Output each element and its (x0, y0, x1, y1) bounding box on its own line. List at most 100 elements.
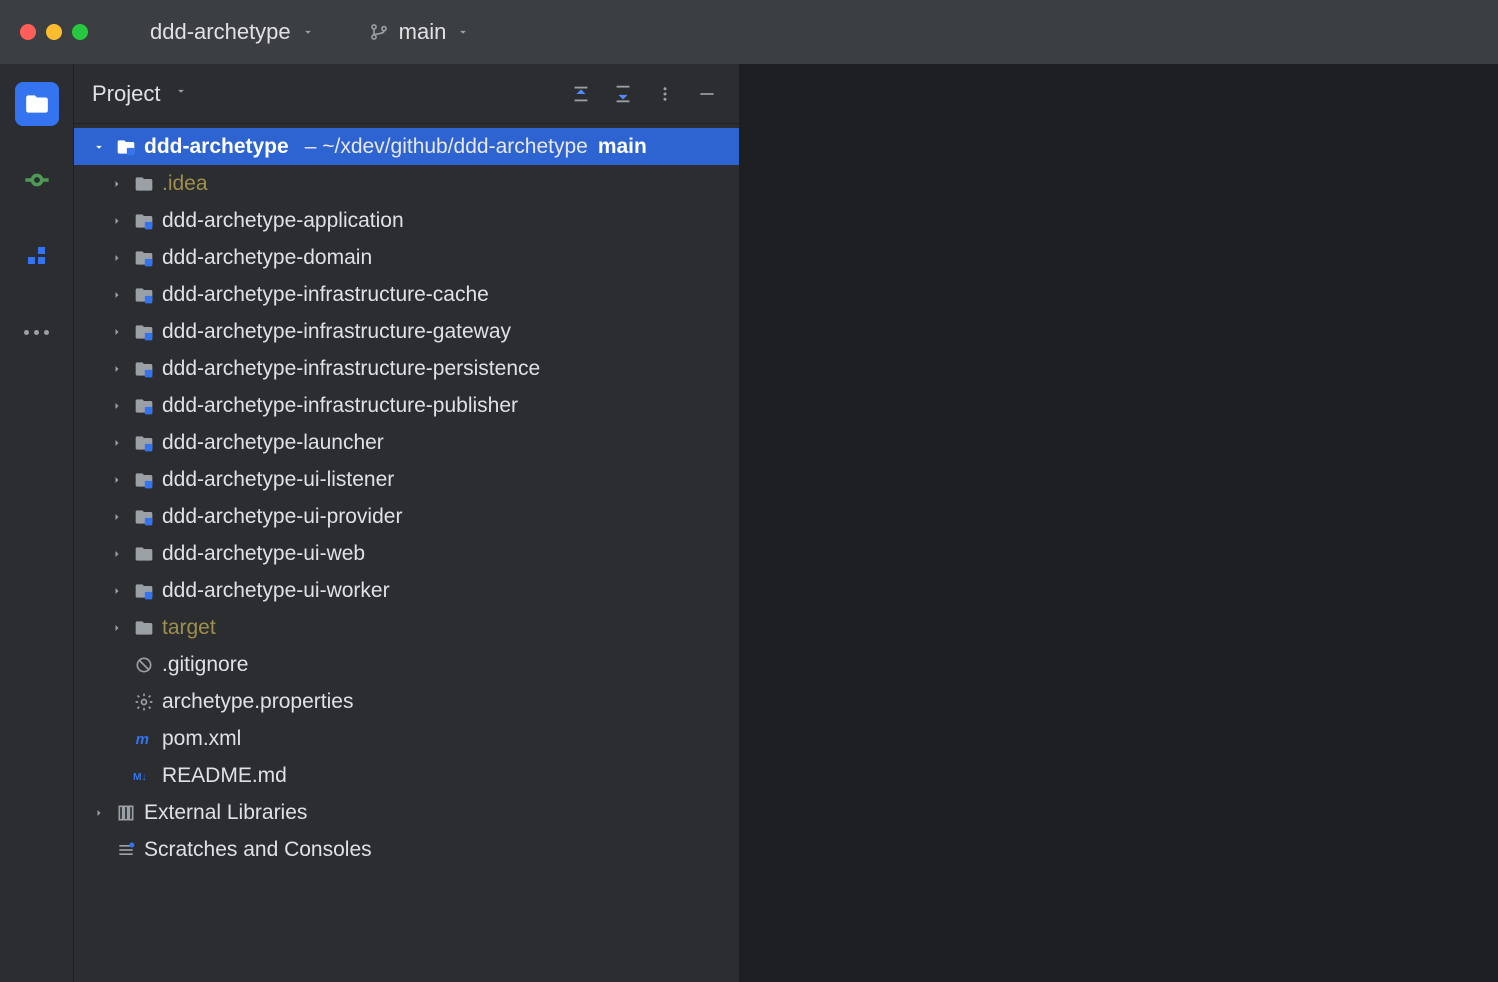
minimize-window-button[interactable] (46, 24, 62, 40)
tree-item-label: ddd-archetype-ui-provider (162, 505, 402, 529)
select-opened-file-button[interactable] (567, 80, 595, 108)
tree-item-label: pom.xml (162, 727, 241, 751)
module-folder-icon (132, 470, 156, 490)
tree-item-label: archetype.properties (162, 690, 353, 714)
folder-icon (132, 174, 156, 194)
chevron-right-icon[interactable] (108, 548, 126, 560)
tree-item-label: ddd-archetype-domain (162, 246, 372, 270)
folder-icon (24, 91, 50, 117)
module-folder-icon (132, 285, 156, 305)
module-folder-icon (132, 433, 156, 453)
tree-item-label: ddd-archetype-infrastructure-publisher (162, 394, 518, 418)
commit-icon (23, 166, 51, 194)
svg-text:m: m (136, 731, 149, 748)
chevron-down-icon[interactable] (90, 140, 108, 154)
tree-item[interactable]: ddd-archetype-launcher (74, 424, 739, 461)
expand-all-button[interactable] (609, 80, 637, 108)
more-tools-button[interactable] (15, 310, 59, 354)
chevron-right-icon[interactable] (108, 474, 126, 486)
tree-item-label: Scratches and Consoles (144, 838, 372, 862)
tree-item-label: ddd-archetype-launcher (162, 431, 384, 455)
project-tool-button[interactable] (15, 82, 59, 126)
tree-item[interactable]: ddd-archetype-infrastructure-cache (74, 276, 739, 313)
tree-item[interactable]: .gitignore (74, 646, 739, 683)
markdown-file-icon: M↓ (132, 766, 156, 786)
activity-bar (0, 64, 74, 982)
commit-tool-button[interactable] (15, 158, 59, 202)
tree-item[interactable]: .idea (74, 165, 739, 202)
tree-item-label: ddd-archetype-ui-web (162, 542, 365, 566)
svg-text:M↓: M↓ (133, 771, 147, 782)
branch-icon (369, 22, 389, 42)
tree-item-label: ddd-archetype-infrastructure-persistence (162, 357, 540, 381)
tree-scratches[interactable]: Scratches and Consoles (74, 831, 739, 868)
tree-item-label: ddd-archetype-ui-listener (162, 468, 394, 492)
chevron-right-icon[interactable] (108, 178, 126, 190)
module-folder-icon (132, 507, 156, 527)
tree-item[interactable]: ddd-archetype-domain (74, 239, 739, 276)
tree-item-label: .idea (162, 172, 208, 196)
folder-icon (132, 544, 156, 564)
maximize-window-button[interactable] (72, 24, 88, 40)
tree-item[interactable]: ddd-archetype-infrastructure-gateway (74, 313, 739, 350)
panel-title[interactable]: Project (92, 81, 160, 107)
tree-item[interactable]: ddd-archetype-infrastructure-persistence (74, 350, 739, 387)
tree-item-label: External Libraries (144, 801, 307, 825)
tree-item-label: ddd-archetype-ui-worker (162, 579, 390, 603)
chevron-down-icon (301, 19, 315, 45)
more-icon (24, 330, 49, 335)
tree-item[interactable]: ddd-archetype-ui-listener (74, 461, 739, 498)
module-folder-icon (132, 396, 156, 416)
chevron-down-icon[interactable] (174, 84, 188, 103)
chevron-right-icon[interactable] (108, 363, 126, 375)
tree-item[interactable]: M↓README.md (74, 757, 739, 794)
chevron-right-icon[interactable] (90, 807, 108, 819)
properties-file-icon (132, 692, 156, 712)
chevron-right-icon[interactable] (108, 400, 126, 412)
project-name-label: ddd-archetype (150, 19, 291, 45)
panel-options-button[interactable] (651, 80, 679, 108)
module-folder-icon (132, 248, 156, 268)
tree-external-libraries[interactable]: External Libraries (74, 794, 739, 831)
project-panel: Project (74, 64, 740, 982)
chevron-right-icon[interactable] (108, 252, 126, 264)
chevron-right-icon[interactable] (108, 215, 126, 227)
tree-item[interactable]: ddd-archetype-infrastructure-publisher (74, 387, 739, 424)
branch-name-label: main (399, 19, 447, 45)
module-folder-icon (114, 137, 138, 157)
tree-item-label: .gitignore (162, 653, 248, 677)
chevron-right-icon[interactable] (108, 289, 126, 301)
tree-root-path: – ~/xdev/github/ddd-archetype (305, 135, 588, 159)
project-selector[interactable]: ddd-archetype (138, 13, 327, 51)
library-icon (114, 803, 138, 823)
folder-icon (132, 618, 156, 638)
module-folder-icon (132, 322, 156, 342)
tree-item[interactable]: ddd-archetype-application (74, 202, 739, 239)
chevron-right-icon[interactable] (108, 622, 126, 634)
chevron-right-icon[interactable] (108, 326, 126, 338)
project-panel-header: Project (74, 64, 739, 124)
tree-root[interactable]: ddd-archetype – ~/xdev/github/ddd-archet… (74, 128, 739, 165)
branch-selector[interactable]: main (357, 13, 483, 51)
tree-item-label: target (162, 616, 216, 640)
project-tree[interactable]: ddd-archetype – ~/xdev/github/ddd-archet… (74, 124, 739, 982)
tree-item[interactable]: m pom.xml (74, 720, 739, 757)
chevron-right-icon[interactable] (108, 437, 126, 449)
chevron-right-icon[interactable] (108, 585, 126, 597)
tree-item[interactable]: target (74, 609, 739, 646)
close-window-button[interactable] (20, 24, 36, 40)
ignore-file-icon (132, 655, 156, 675)
module-folder-icon (132, 581, 156, 601)
structure-tool-button[interactable] (15, 234, 59, 278)
tree-item-label: ddd-archetype-application (162, 209, 404, 233)
tree-root-name: ddd-archetype (144, 135, 289, 159)
tree-item[interactable]: ddd-archetype-ui-worker (74, 572, 739, 609)
structure-icon (25, 244, 49, 268)
hide-panel-button[interactable] (693, 80, 721, 108)
tree-item[interactable]: ddd-archetype-ui-provider (74, 498, 739, 535)
scratches-icon (114, 840, 138, 860)
chevron-right-icon[interactable] (108, 511, 126, 523)
tree-item-label: ddd-archetype-infrastructure-gateway (162, 320, 511, 344)
tree-item[interactable]: ddd-archetype-ui-web (74, 535, 739, 572)
tree-item[interactable]: archetype.properties (74, 683, 739, 720)
